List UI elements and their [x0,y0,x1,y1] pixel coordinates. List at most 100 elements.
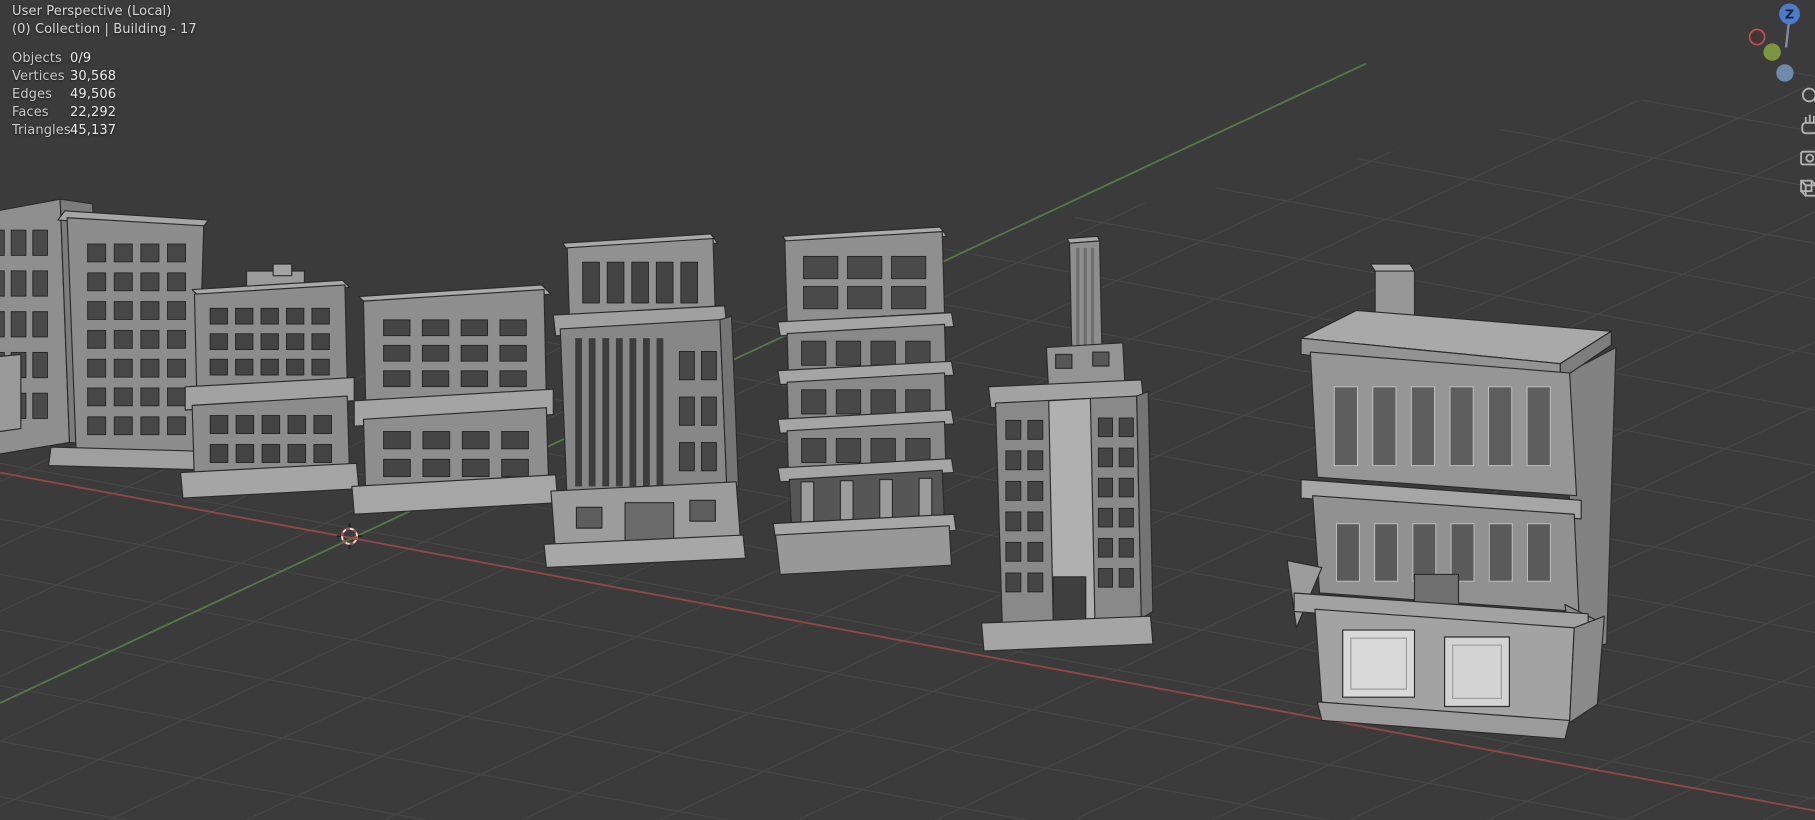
window [87,329,107,349]
window [0,311,5,338]
window [383,431,411,450]
stat-value: 45,137 [70,123,117,138]
window [287,444,307,463]
stat-label: Edges [12,87,52,102]
window [313,444,332,463]
window [679,351,695,381]
window [1005,419,1022,440]
stat-value: 30,568 [70,69,117,84]
window [1412,523,1437,582]
window [1342,629,1416,698]
window [1333,386,1358,467]
window [383,458,411,478]
window [235,444,255,463]
stat-row-objects: Objects 0/9 [12,50,116,68]
gizmo-z-neg-handle[interactable] [1776,64,1794,82]
window [588,338,596,487]
window [113,301,133,320]
window [1118,568,1134,588]
building-8[interactable] [1286,263,1617,740]
window [1488,386,1513,467]
window [1083,247,1087,353]
window [689,499,716,522]
window [10,311,27,338]
stat-row-faces: Faces 22,292 [12,104,116,122]
window [167,243,187,263]
window [167,387,187,407]
building-3[interactable] [179,263,360,499]
window [1076,247,1080,353]
window [140,416,160,436]
window [140,243,160,263]
stat-value: 22,292 [70,105,117,120]
window [501,458,529,478]
window [421,370,450,388]
window [0,229,5,256]
window [113,243,133,263]
window [209,358,228,376]
window [87,416,107,436]
building-4[interactable] [351,284,559,515]
chimney-ribs [1076,247,1095,353]
building-base [774,525,953,576]
window [801,389,827,415]
window [1005,450,1022,471]
blender-3d-viewport[interactable]: Z User Perspective (Local) (0) Collectio… [0,0,1815,820]
window [835,389,862,415]
window [10,270,27,297]
stat-row-edges: Edges 49,506 [12,86,116,104]
view-perspective-label: User Perspective (Local) [12,4,172,19]
window [575,338,583,487]
gizmo-z-label: Z [1785,8,1794,23]
window [870,438,896,464]
window [1005,511,1022,532]
gizmo-y-handle[interactable] [1763,43,1781,61]
window [629,338,637,487]
window [679,442,695,472]
gizmo-x-neg-handle[interactable] [1748,28,1766,46]
window [680,261,698,304]
stat-row-vertices: Vertices 30,568 [12,68,116,86]
window [260,307,279,325]
window [260,333,279,351]
window [1118,537,1134,558]
window [311,307,330,325]
window [286,307,305,325]
window [1005,572,1022,593]
window [113,272,133,292]
window [847,286,883,310]
window [615,338,623,487]
viewport-canvas[interactable]: Z [0,0,1815,820]
window [113,387,133,407]
window [891,255,927,280]
window [422,458,451,478]
window [1090,247,1095,353]
window [1449,386,1474,467]
window [1097,477,1113,498]
window [575,506,603,529]
window [700,442,717,472]
window [0,270,5,297]
statistics-overlay: Objects 0/9 Vertices 30,568 Edges 49,506… [12,50,116,140]
roof-structure [272,263,293,277]
window [461,458,490,478]
window [167,329,187,349]
viewport-header: User Perspective (Local) (0) Collection … [12,3,197,39]
window [801,340,827,366]
window [582,261,600,304]
window [32,351,48,379]
window [87,301,107,320]
window [1027,480,1044,501]
window [679,396,695,426]
window [1450,523,1475,582]
window [1097,417,1113,438]
window [499,370,527,388]
building-6[interactable] [772,226,957,576]
window [656,338,664,487]
window [313,415,332,434]
window [167,358,187,378]
chimney-top [1369,263,1416,272]
stat-row-triangles: Triangles 45,137 [12,122,116,140]
window [602,338,610,487]
window [167,416,187,436]
